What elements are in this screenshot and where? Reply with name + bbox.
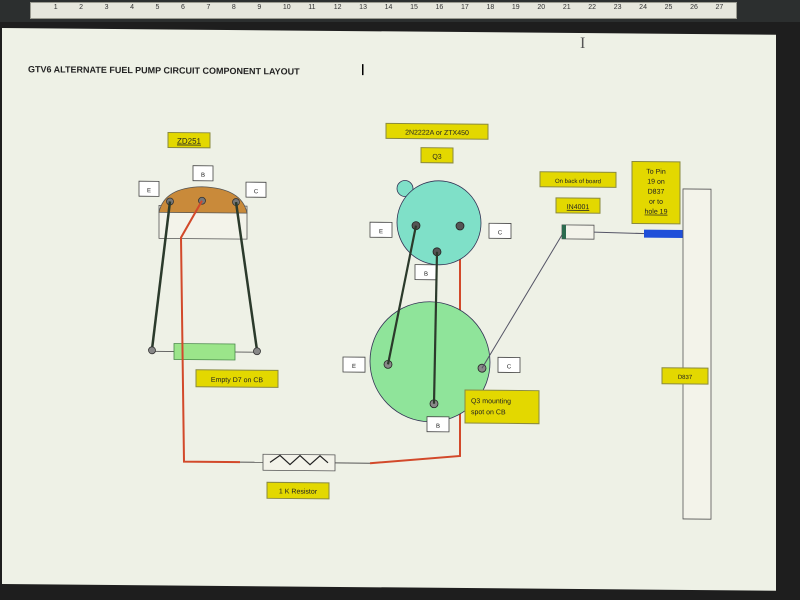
ruler-number: 10: [282, 4, 291, 11]
diode-lead: [593, 231, 647, 235]
ruler-number: 3: [104, 4, 109, 11]
mounting-note-line-2: spot on CB: [471, 409, 506, 416]
pin-note-line-5: hole 19: [645, 209, 668, 216]
ruler-number: 2: [79, 4, 84, 11]
mounting-note-line-1: Q3 mounting: [471, 398, 511, 405]
blue-jumper: [644, 229, 684, 238]
ruler-number: 26: [690, 4, 698, 11]
text-cursor: [362, 64, 364, 76]
empty-slot-pad-right: [253, 347, 261, 356]
ruler-number: 9: [257, 4, 262, 11]
diode-wire: [481, 234, 563, 369]
zd-pin-e-label: E: [147, 188, 151, 194]
pin-note-line-4: or to: [649, 199, 663, 206]
diode-band: [562, 224, 566, 239]
pin-note-line-2: 19 on: [647, 179, 665, 186]
ruler-number: 7: [206, 4, 211, 11]
zd-part-label: ZD251: [177, 137, 202, 146]
ruler-number: 1: [53, 4, 58, 11]
zd-pin-b-label: B: [201, 173, 205, 179]
ruler-number: 6: [181, 4, 185, 11]
ruler-number: 18: [486, 4, 495, 11]
ruler-number: 5: [155, 4, 160, 11]
empty-slot-pad-left: [148, 346, 156, 355]
window-top-bar: 1 2 3 4 5 6 7 8 9 10 11 12 13 14 15 16 17 18 19 20 21 22 23 24 2…: [0, 0, 800, 22]
ruler-number: 27: [715, 4, 724, 11]
ruler-numbers: 1 2 3 4 5 6 7 8 9 10 11 12 13 14 15 16 17 18 19 20 21 22 23 24 2…: [31, 4, 736, 18]
pin-note-line-3: D837: [648, 189, 665, 196]
q3-part-label: 2N2222A or ZTX450: [405, 130, 469, 138]
pad-pin-b-label: B: [436, 424, 440, 430]
diode-note: On back of board: [555, 179, 601, 185]
diode-label: IN4001: [567, 204, 590, 211]
q3-pin-c: [455, 221, 465, 231]
ruler-number: 12: [333, 4, 342, 11]
q3-name: Q3: [432, 154, 441, 161]
ruler-number: 23: [613, 4, 622, 11]
connector-d837: [682, 188, 712, 520]
ruler-number: 22: [588, 4, 597, 11]
ruler-number: 8: [231, 4, 236, 11]
ruler-number: 4: [130, 4, 134, 11]
ruler-number: 21: [562, 4, 571, 11]
connector-label: D837: [678, 375, 693, 381]
ruler-number: 19: [511, 4, 520, 11]
pad-pin-c-label: C: [507, 364, 512, 370]
diode-body: [561, 224, 595, 240]
ruler-number: 16: [435, 4, 444, 11]
ruler-number: 20: [537, 4, 546, 11]
red-wire-left: [179, 200, 240, 464]
mouse-ibeam-cursor: I: [580, 35, 586, 52]
ruler-number: 13: [359, 4, 367, 11]
q3-pin-c-label: C: [498, 230, 503, 236]
zd-pin-c-label: C: [254, 189, 259, 195]
q3-pin-b-label: B: [424, 272, 428, 278]
ruler-number: 14: [384, 4, 393, 11]
ruler-number: 17: [461, 4, 469, 11]
ruler-number: 24: [639, 4, 647, 11]
ruler-number: 11: [308, 4, 316, 11]
circuit-layout-diagram: GTV6 ALTERNATE FUEL PUMP CIRCUIT COMPONE…: [28, 64, 712, 520]
resistor-label: 1 K Resistor: [279, 488, 318, 495]
pin-note-line-1: To Pin: [646, 169, 666, 176]
page-title: GTV6 ALTERNATE FUEL PUMP CIRCUIT COMPONE…: [28, 64, 300, 76]
mounting-note-box: [464, 389, 540, 425]
ruler-number: 15: [410, 4, 418, 11]
document-page: GTV6 ALTERNATE FUEL PUMP CIRCUIT COMPONE…: [2, 28, 776, 591]
empty-slot-label: Empty D7 on CB: [211, 377, 263, 384]
ruler[interactable]: 1 2 3 4 5 6 7 8 9 10 11 12 13 14 15 16 17 18 19 20 21 22 23 24 2…: [30, 2, 737, 19]
q3-pin-e-label: E: [379, 229, 383, 235]
pad-pin-e-label: E: [352, 364, 356, 370]
ruler-number: 25: [664, 4, 673, 11]
